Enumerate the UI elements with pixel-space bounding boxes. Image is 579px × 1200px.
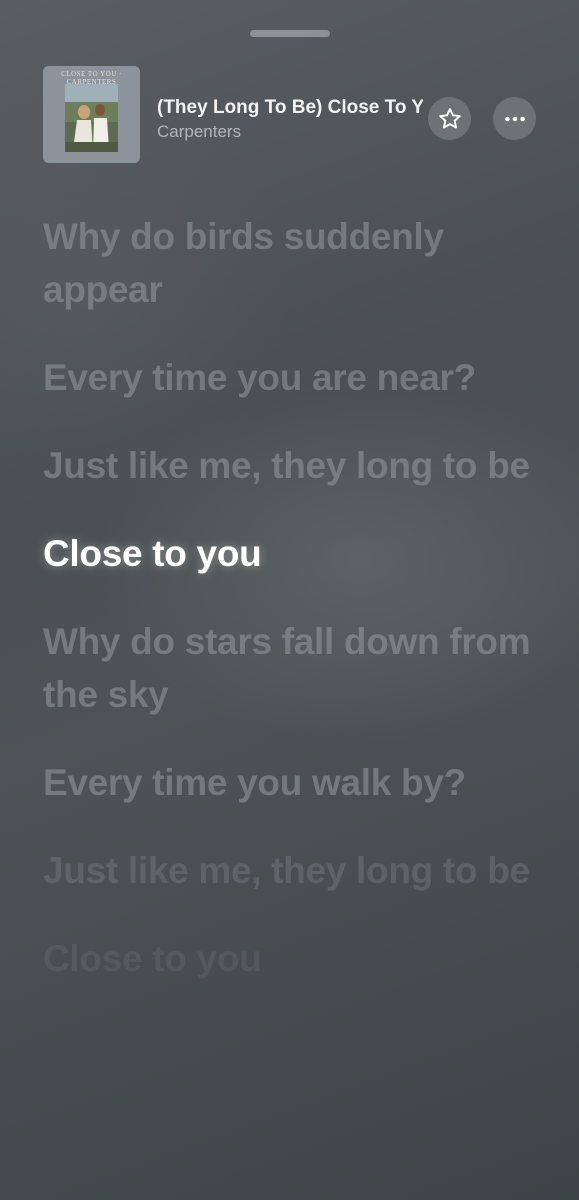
- sheet-grabber[interactable]: [250, 30, 330, 37]
- favorite-button[interactable]: [428, 97, 471, 140]
- artwork-title: CLOSE TO YOU · CARPENTERS: [61, 70, 122, 86]
- artist-name[interactable]: Carpenters: [157, 122, 241, 142]
- lyrics-list: Why do birds suddenly appear Every time …: [43, 210, 543, 1020]
- more-button[interactable]: [493, 97, 536, 140]
- lyric-line[interactable]: Just like me, they long to be: [43, 844, 543, 897]
- lyric-line[interactable]: Close to you: [43, 932, 543, 985]
- now-playing-header: CLOSE TO YOU · CARPENTERS (They Long To …: [43, 66, 543, 164]
- lyric-line[interactable]: Just like me, they long to be: [43, 439, 543, 492]
- lyric-line[interactable]: Every time you walk by?: [43, 756, 543, 809]
- star-icon: [438, 107, 461, 129]
- lyric-line[interactable]: Every time you are near?: [43, 351, 543, 404]
- song-title[interactable]: (They Long To Be) Close To You: [157, 97, 423, 119]
- lyric-line[interactable]: Why do birds suddenly appear: [43, 210, 543, 316]
- lyric-line-active[interactable]: Close to you: [43, 527, 543, 580]
- ellipsis-icon: [504, 116, 525, 121]
- album-artwork[interactable]: CLOSE TO YOU · CARPENTERS: [43, 66, 140, 163]
- lyric-line[interactable]: Why do stars fall down from the sky: [43, 615, 543, 721]
